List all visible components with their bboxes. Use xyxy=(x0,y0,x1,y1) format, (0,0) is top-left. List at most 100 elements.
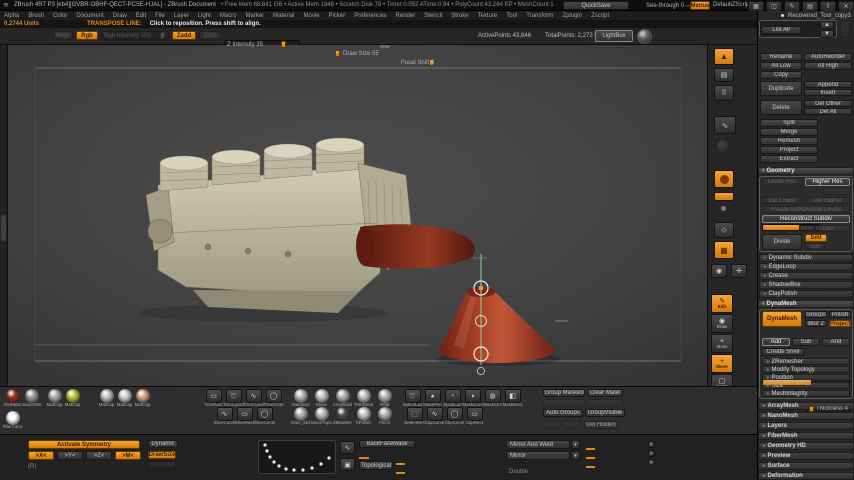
lower-res-button[interactable]: Lower Res xyxy=(762,178,802,186)
menu-item[interactable]: Zscript xyxy=(591,13,609,19)
palette-section-header[interactable]: ▸ Layers xyxy=(758,422,854,430)
brush-thumbnail[interactable]: MoveTopo xyxy=(311,407,332,426)
matcap-thumbnail[interactable]: MatCap xyxy=(46,389,63,408)
visibility-aux-button-1[interactable] xyxy=(543,421,561,428)
suv-button[interactable]: Suv xyxy=(805,243,825,250)
brush-thumbnail[interactable]: ∿ ClipCurve xyxy=(425,407,444,426)
remesh-button[interactable]: Remesh xyxy=(760,137,818,145)
dynamesh-section-header[interactable]: ▾ DynaMesh xyxy=(758,300,854,308)
brush-thumbnail[interactable]: hPolish xyxy=(354,407,373,426)
mode-button[interactable]: + Move xyxy=(711,334,733,353)
smt-button[interactable]: Smt xyxy=(805,234,827,242)
collapsed-section-header[interactable]: ▸ EdgeLoop xyxy=(759,263,853,271)
palette-section-header[interactable]: ▸ Preview xyxy=(758,452,854,460)
menu-item[interactable]: Zplugin xyxy=(562,13,582,19)
and-button[interactable]: And xyxy=(822,338,850,346)
mode-button[interactable]: + Move xyxy=(711,354,733,373)
add-button[interactable]: Add xyxy=(762,338,790,346)
color-swatch-icon[interactable] xyxy=(714,170,734,188)
masking-aux-button-1[interactable] xyxy=(543,399,585,407)
relax-toggle[interactable] xyxy=(648,459,655,466)
menu-item[interactable]: Stencil xyxy=(424,13,442,19)
insert-button[interactable]: Insert xyxy=(804,89,852,96)
rgb-button[interactable]: Rgb xyxy=(76,31,98,40)
mirror-and-weld-dropdown[interactable]: ▾ xyxy=(571,440,580,449)
matcap-thumbnail[interactable]: MatCap xyxy=(64,389,81,408)
sub-button[interactable]: Sub xyxy=(792,338,820,346)
symmetry-m-button[interactable]: >M< xyxy=(115,451,141,460)
material-thumbnail[interactable]: Flat Color xyxy=(3,411,22,431)
stroke-slot-icon[interactable]: ∿ xyxy=(714,116,736,134)
dynamesh-button[interactable]: DynaMesh xyxy=(762,311,802,327)
matcap-thumbnail[interactable]: MatCap xyxy=(116,389,133,408)
viewport-svg[interactable] xyxy=(8,45,707,386)
menu-item[interactable]: Transform xyxy=(526,13,553,19)
divide-button[interactable]: Divide xyxy=(762,234,802,250)
append-button[interactable]: Append xyxy=(804,81,852,88)
pressure-curve-editor[interactable] xyxy=(258,440,336,474)
duplicate-button[interactable]: Duplicate xyxy=(760,81,802,96)
brush-thumbnail[interactable]: ▭ ClipRect xyxy=(465,407,484,426)
matcap-thumbnail[interactable]: MatCap xyxy=(98,389,115,408)
mode-button[interactable]: ◉ Draw xyxy=(711,314,733,333)
project-button[interactable]: Project xyxy=(760,146,818,154)
menu-item[interactable]: Color xyxy=(53,13,67,19)
brush-thumbnail[interactable]: ◯ TrimCircle xyxy=(263,389,284,408)
mirror-button[interactable]: Mirror xyxy=(506,451,570,460)
sdiv-aux-button[interactable] xyxy=(823,188,850,195)
sub-section-header[interactable]: ▸ ZRemesher xyxy=(762,358,850,365)
alpha-modifier-icon[interactable]: ∿ xyxy=(340,441,355,454)
palette-section-header[interactable]: ▸ FiberMesh xyxy=(758,432,854,440)
menu-item[interactable]: Tool xyxy=(506,13,517,19)
delete-button[interactable]: Delete xyxy=(760,100,802,115)
activate-symmetry-button[interactable]: Activate Symmetry xyxy=(28,440,140,449)
backface-mask-button[interactable]: BackFaceMask xyxy=(359,440,415,448)
polish-features-toggle[interactable] xyxy=(648,441,655,448)
topological-button[interactable]: Topological xyxy=(359,461,393,470)
material-thumbnail[interactable]: BasicMat xyxy=(22,389,41,409)
current-material-sphere[interactable] xyxy=(637,29,652,44)
material-thumbnail[interactable]: RedWax xyxy=(4,389,21,409)
texture-slot-icon[interactable]: ▤ xyxy=(714,68,734,82)
visibility-aux-button-2[interactable] xyxy=(563,421,581,428)
menu-item[interactable]: Edit xyxy=(136,13,146,19)
secondary-swatch-icon[interactable] xyxy=(714,192,734,201)
subtool-up-button[interactable]: ▲ xyxy=(820,21,834,29)
higher-res-button[interactable]: Higher Res xyxy=(805,178,850,186)
brush-thumbnail[interactable]: Move xyxy=(312,389,331,408)
mirror-dropdown[interactable]: ▾ xyxy=(571,451,580,460)
symmetry-y-button[interactable]: >Y< xyxy=(57,451,83,460)
menu-item[interactable]: Macro xyxy=(220,13,237,19)
brush-thumbnail[interactable]: ∿ SliceCurve xyxy=(214,407,235,426)
auto-groups-button[interactable]: Auto Groups xyxy=(543,409,583,417)
brush-thumbnail[interactable]: Inflat xyxy=(375,389,394,408)
menu-item[interactable]: Document xyxy=(76,13,103,19)
brush-thumbnail[interactable]: ◔ MaskLas xyxy=(443,389,462,408)
zadd-button[interactable]: Zadd xyxy=(172,31,196,40)
menu-item[interactable]: Stroke xyxy=(451,13,468,19)
brush-thumbnail[interactable]: ◯ SliceCircle xyxy=(254,407,275,426)
rename-button[interactable]: Rename xyxy=(760,53,802,61)
extract-button[interactable]: Extract xyxy=(760,155,818,163)
menu-item[interactable]: Layer xyxy=(174,13,189,19)
menu-item[interactable]: Picker xyxy=(329,13,346,19)
collapsed-section-header[interactable]: ▸ Crease xyxy=(759,272,853,280)
thickness-slider[interactable]: Thickness 4 xyxy=(806,405,850,413)
brush-thumbnail[interactable]: ➰ TrimLasso xyxy=(223,389,244,408)
brush-thumbnail[interactable]: Pinch xyxy=(375,407,394,426)
matcap-thumbnail[interactable]: MatCap xyxy=(134,389,151,408)
menu-item[interactable]: Texture xyxy=(478,13,498,19)
split-button[interactable]: Split xyxy=(760,119,818,127)
merge-button[interactable]: Merge xyxy=(760,128,818,136)
mrgb-button[interactable]: Mrgb xyxy=(53,31,73,40)
quicksave-button[interactable]: QuickSave xyxy=(563,1,629,10)
material-slot-icon[interactable] xyxy=(717,140,729,152)
groups-button[interactable]: Groups xyxy=(805,311,827,318)
subtool-list-all-button[interactable]: List All xyxy=(761,26,801,34)
current-tool-icon[interactable]: ▲ xyxy=(714,48,734,65)
brush-thumbnail[interactable]: ClayBuild xyxy=(333,389,352,408)
polish-groups-toggle[interactable] xyxy=(648,450,655,457)
brush-thumbnail[interactable]: ▭ TrimRect xyxy=(204,389,223,408)
del-other-button[interactable]: Del Other xyxy=(804,100,852,107)
palette-section-header[interactable]: ▸ NanoMesh xyxy=(758,412,854,420)
